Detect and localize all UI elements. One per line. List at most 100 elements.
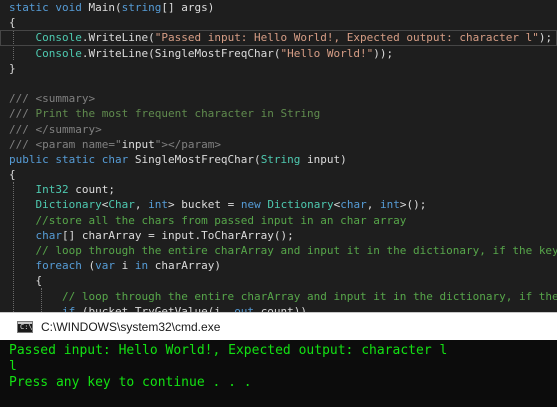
code-token: in [134,259,155,273]
code-token: // loop through the entire charArray and… [61,289,557,303]
code-line[interactable]: Console.WriteLine(SingleMostFreqChar("He… [0,46,557,61]
code-token: new [240,198,268,212]
code-token: char [340,198,367,212]
code-token: static [9,1,56,14]
code-token: out [234,304,261,312]
code-token: ); [538,31,553,45]
code-line[interactable]: Dictionary<Char, int> bucket = new Dicti… [0,197,557,212]
code-line[interactable]: static void Main(string[] args) [0,0,557,15]
code-line[interactable]: { [0,167,557,182]
code-line[interactable]: { [0,273,557,288]
code-token: >(); [399,198,427,212]
code-token: public [9,152,56,166]
console-window[interactable]: C:\ C:\WINDOWS\system32\cmd.exe Passed i… [0,312,557,407]
code-token: )); [373,46,394,60]
console-line: l [9,359,17,374]
code-token: "> [154,137,168,151]
code-token: string [121,1,162,14]
code-token: Char [108,198,135,212]
code-line[interactable] [0,76,557,91]
code-token: [] charArray = input.ToCharArray(); [62,228,294,242]
code-token: , [134,198,149,212]
code-line[interactable]: //store all the chars from passed input … [0,213,557,228]
code-token: { [9,168,16,182]
code-line[interactable]: char[] charArray = input.ToCharArray(); [0,228,557,243]
code-token: .WriteLine( [81,31,155,45]
code-token: Dictionary [267,198,334,212]
code-token: { [9,16,16,30]
code-token: [] args) [161,1,215,14]
code-token: =" [108,137,122,151]
screen: static void Main(string[] args){ Console… [0,0,557,407]
code-token: (bucket.TryGetValue(i, [81,304,235,312]
code-token: char [101,152,135,166]
code-line[interactable]: Int32 count; [0,182,557,197]
code-token: <summary> [35,92,96,106]
code-token: /// [9,137,36,151]
code-token: /// [9,107,36,121]
code-token: i [121,259,135,273]
code-token: /// [9,122,36,136]
code-token: Print the most frequent character in Str… [35,107,321,121]
code-token: count; [75,183,115,197]
code-token: String [260,152,308,166]
code-token: count)) [260,304,308,312]
code-line[interactable]: if (bucket.TryGetValue(i, out count)) [0,304,557,312]
code-line[interactable]: Console.WriteLine("Passed input: Hello W… [0,30,557,46]
console-output: Passed input: Hello World!, Expected out… [0,340,557,391]
code-token: var [95,259,122,273]
cmd-icon: C:\ [17,320,33,333]
console-line: Passed input: Hello World!, Expected out… [9,343,448,358]
code-token: <param [35,137,82,151]
code-token: input) [307,152,347,166]
code-token: } [9,61,16,75]
code-token: int [379,198,400,212]
code-token: void [55,1,89,14]
code-line[interactable]: // loop through the entire charArray and… [0,243,557,258]
code-token: Main( [88,1,122,14]
code-line[interactable]: // loop through the entire charArray and… [0,289,557,304]
code-token: </param> [167,137,221,151]
code-token: Dictionary [35,198,102,212]
code-token: Console [35,31,82,45]
code-line[interactable]: public static char SingleMostFreqChar(St… [0,152,557,167]
console-title: C:\WINDOWS\system32\cmd.exe [41,319,221,334]
code-token: int [148,198,168,212]
code-token: charArray) [154,259,221,273]
code-line[interactable]: /// <summary> [0,91,557,106]
code-line[interactable]: { [0,15,557,30]
code-token: { [9,274,43,288]
code-line[interactable]: /// <param name="input"></param> [0,137,557,152]
code-token: , [366,198,380,212]
code-token: //store all the chars from passed input … [35,213,407,227]
code-token: "Passed input: Hello World!, Expected ou… [154,31,539,45]
console-titlebar[interactable]: C:\ C:\WINDOWS\system32\cmd.exe [0,312,557,340]
code-token: </summary> [35,122,102,136]
code-token: static [55,152,102,166]
code-token: if [61,304,82,312]
code-token: input [121,137,155,151]
code-editor[interactable]: static void Main(string[] args){ Console… [0,0,557,312]
code-line[interactable]: /// </summary> [0,122,557,137]
code-token: .WriteLine(SingleMostFreqChar( [81,46,281,60]
code-line[interactable]: } [0,61,557,76]
code-token: SingleMostFreqChar( [134,152,261,166]
code-token: Int32 [35,183,76,197]
code-token: /// [9,92,36,106]
code-token: > bucket = [167,198,241,212]
code-token: name [81,137,109,151]
code-line[interactable]: foreach (var i in charArray) [0,258,557,273]
code-token: // loop through the entire charArray and… [35,244,557,257]
code-line[interactable]: /// Print the most frequent character in… [0,106,557,121]
code-token: "Hello World!" [280,46,374,60]
